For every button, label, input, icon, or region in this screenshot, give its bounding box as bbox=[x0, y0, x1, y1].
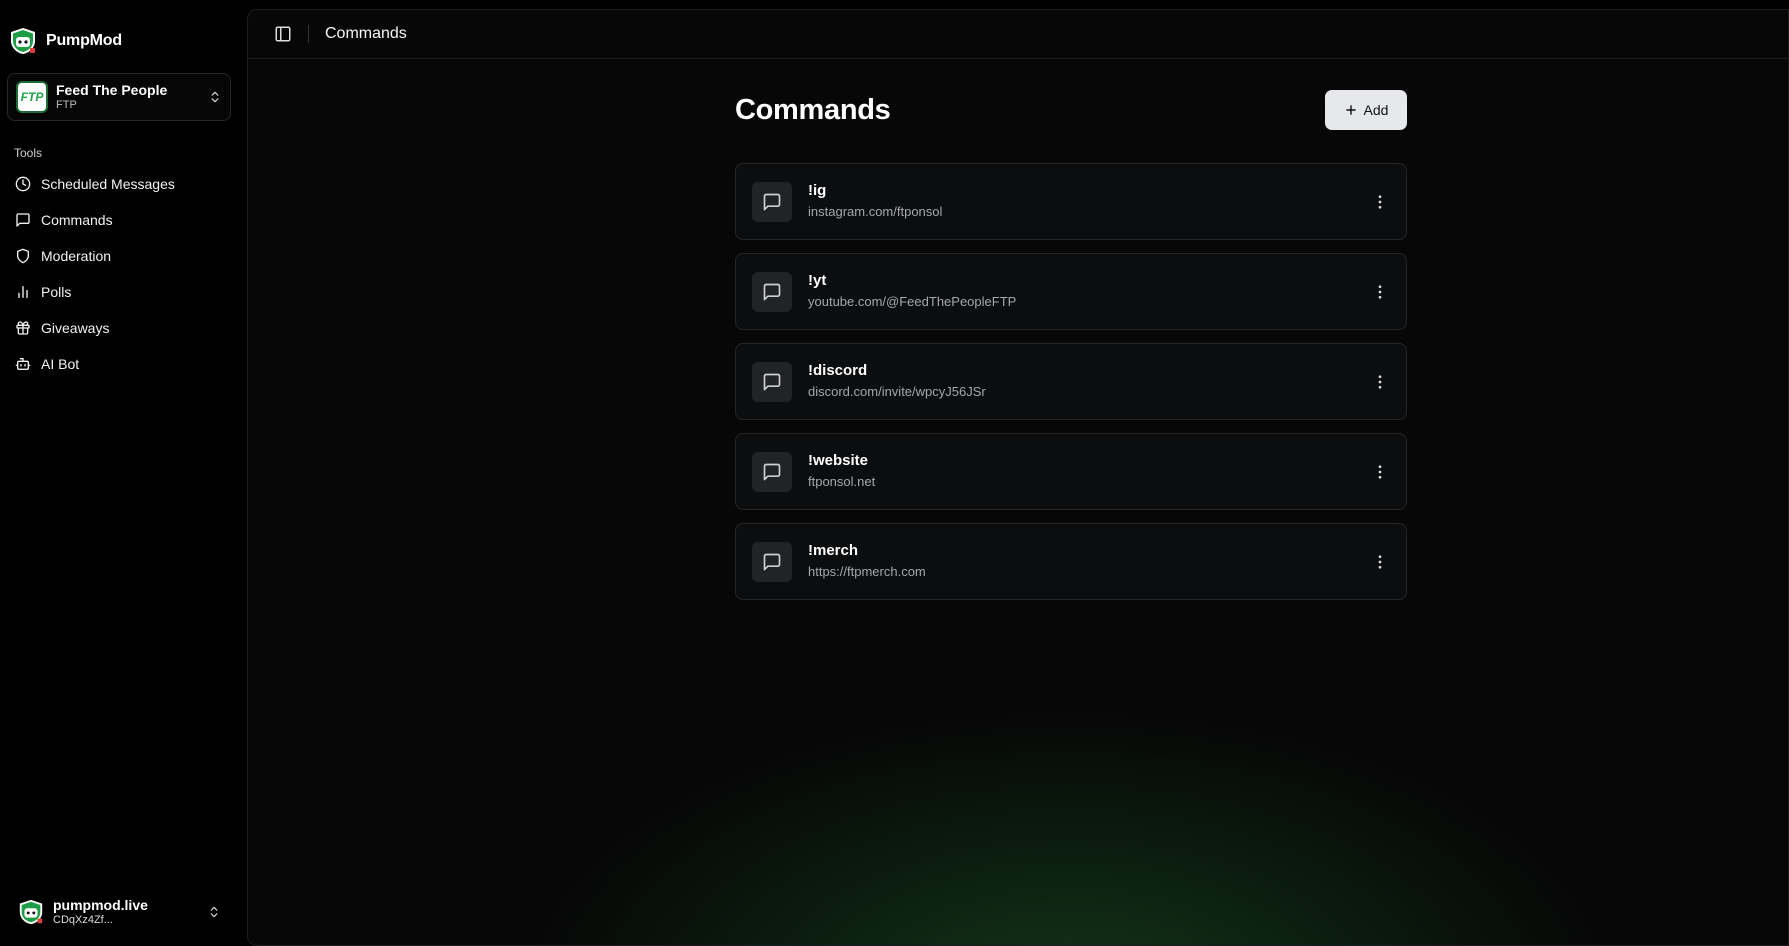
sidebar-item-ai-bot[interactable]: AI Bot bbox=[8, 346, 232, 382]
sidebar-item-label: Scheduled Messages bbox=[41, 176, 175, 192]
command-response: discord.com/invite/wpcyJ56JSr bbox=[808, 384, 986, 399]
command-icon-box bbox=[752, 181, 792, 222]
message-square-icon bbox=[763, 373, 781, 390]
command-text: !yt youtube.com/@FeedThePeopleFTP bbox=[808, 271, 1370, 312]
more-vertical-icon[interactable] bbox=[1370, 552, 1390, 572]
command-card[interactable]: !website ftponsol.net bbox=[735, 433, 1407, 510]
breadcrumb-title: Commands bbox=[325, 25, 407, 42]
command-name: !yt bbox=[808, 272, 827, 289]
commands-content: Commands Add !ig instagram.com/ftponsol bbox=[735, 90, 1407, 613]
topbar: Commands bbox=[248, 10, 1788, 59]
sidebar-nav: Scheduled Messages Commands Moderation P… bbox=[8, 166, 232, 382]
account-text: pumpmod.live CDqXz4Zf... bbox=[53, 897, 207, 927]
sidebar-item-label: Moderation bbox=[41, 248, 112, 264]
page-header: Commands Add bbox=[735, 90, 1407, 130]
gift-icon bbox=[16, 321, 30, 335]
sidebar-toggle-icon[interactable] bbox=[274, 25, 292, 43]
sidebar-item-label: AI Bot bbox=[41, 356, 80, 372]
chevrons-up-down-icon bbox=[211, 91, 219, 103]
more-vertical-icon[interactable] bbox=[1370, 462, 1390, 482]
account-switcher[interactable]: pumpmod.live CDqXz4Zf... bbox=[7, 888, 231, 936]
sidebar-item-moderation[interactable]: Moderation bbox=[8, 238, 232, 274]
command-text: !ig instagram.com/ftponsol bbox=[808, 181, 1370, 222]
command-response: youtube.com/@FeedThePeopleFTP bbox=[808, 294, 1017, 309]
sidebar-item-scheduled-messages[interactable]: Scheduled Messages bbox=[8, 166, 232, 202]
message-square-icon bbox=[763, 553, 781, 570]
sidebar-item-polls[interactable]: Polls bbox=[8, 274, 232, 310]
bot-icon bbox=[15, 358, 31, 370]
section-label-tools: Tools bbox=[14, 146, 43, 160]
account-address: CDqXz4Zf... bbox=[53, 914, 113, 926]
message-square-icon bbox=[763, 283, 781, 300]
team-text: Feed The People FTP bbox=[56, 82, 208, 112]
command-card[interactable]: !merch https://ftpmerch.com bbox=[735, 523, 1407, 600]
message-square-icon bbox=[763, 193, 781, 210]
team-avatar: FTP bbox=[16, 81, 48, 113]
sidebar-item-label: Giveaways bbox=[41, 320, 110, 336]
command-card[interactable]: !yt youtube.com/@FeedThePeopleFTP bbox=[735, 253, 1407, 330]
team-ticker: FTP bbox=[56, 99, 77, 111]
sidebar-item-label: Commands bbox=[41, 212, 113, 228]
command-response: instagram.com/ftponsol bbox=[808, 204, 943, 219]
chevrons-up-down-icon bbox=[210, 906, 218, 918]
page-title: Commands bbox=[735, 93, 891, 126]
sidebar-item-commands[interactable]: Commands bbox=[8, 202, 232, 238]
command-icon-box bbox=[752, 271, 792, 312]
sidebar: PumpMod FTP Feed The People FTP Tools Sc… bbox=[0, 0, 247, 946]
command-text: !discord discord.com/invite/wpcyJ56JSr bbox=[808, 361, 1370, 402]
command-text: !website ftponsol.net bbox=[808, 451, 1370, 492]
pumpmod-logo-icon bbox=[19, 899, 43, 925]
command-name: !discord bbox=[808, 362, 868, 379]
command-icon-box bbox=[752, 361, 792, 402]
command-list: !ig instagram.com/ftponsol !yt youtube.c… bbox=[735, 163, 1407, 600]
pumpmod-logo-icon bbox=[11, 28, 35, 54]
main-panel: Commands Commands Add !ig instagram.com/… bbox=[247, 9, 1789, 946]
topbar-divider bbox=[308, 25, 309, 43]
command-response: https://ftpmerch.com bbox=[808, 564, 926, 579]
sidebar-item-label: Polls bbox=[41, 284, 72, 300]
add-button-label: Add bbox=[1363, 102, 1389, 118]
add-command-button[interactable]: Add bbox=[1325, 90, 1407, 130]
shield-icon bbox=[17, 248, 29, 264]
team-name: Feed The People bbox=[56, 82, 168, 98]
more-vertical-icon[interactable] bbox=[1370, 372, 1390, 392]
command-icon-box bbox=[752, 541, 792, 582]
command-name: !ig bbox=[808, 182, 827, 199]
command-response: ftponsol.net bbox=[808, 474, 876, 489]
more-vertical-icon[interactable] bbox=[1370, 282, 1390, 302]
bar-chart-icon bbox=[18, 286, 28, 298]
team-switcher[interactable]: FTP Feed The People FTP bbox=[7, 73, 231, 121]
message-square-icon bbox=[16, 213, 30, 227]
clock-icon bbox=[15, 176, 31, 192]
command-name: !merch bbox=[808, 542, 859, 559]
command-text: !merch https://ftpmerch.com bbox=[808, 541, 1370, 582]
sidebar-item-giveaways[interactable]: Giveaways bbox=[8, 310, 232, 346]
brand-name: PumpMod bbox=[46, 32, 122, 49]
command-card[interactable]: !discord discord.com/invite/wpcyJ56JSr bbox=[735, 343, 1407, 420]
command-card[interactable]: !ig instagram.com/ftponsol bbox=[735, 163, 1407, 240]
plus-icon bbox=[1345, 105, 1356, 115]
command-icon-box bbox=[752, 451, 792, 492]
more-vertical-icon[interactable] bbox=[1370, 192, 1390, 212]
brand[interactable]: PumpMod bbox=[8, 26, 122, 56]
account-name: pumpmod.live bbox=[53, 897, 148, 913]
command-name: !website bbox=[808, 452, 869, 469]
message-square-icon bbox=[763, 463, 781, 480]
